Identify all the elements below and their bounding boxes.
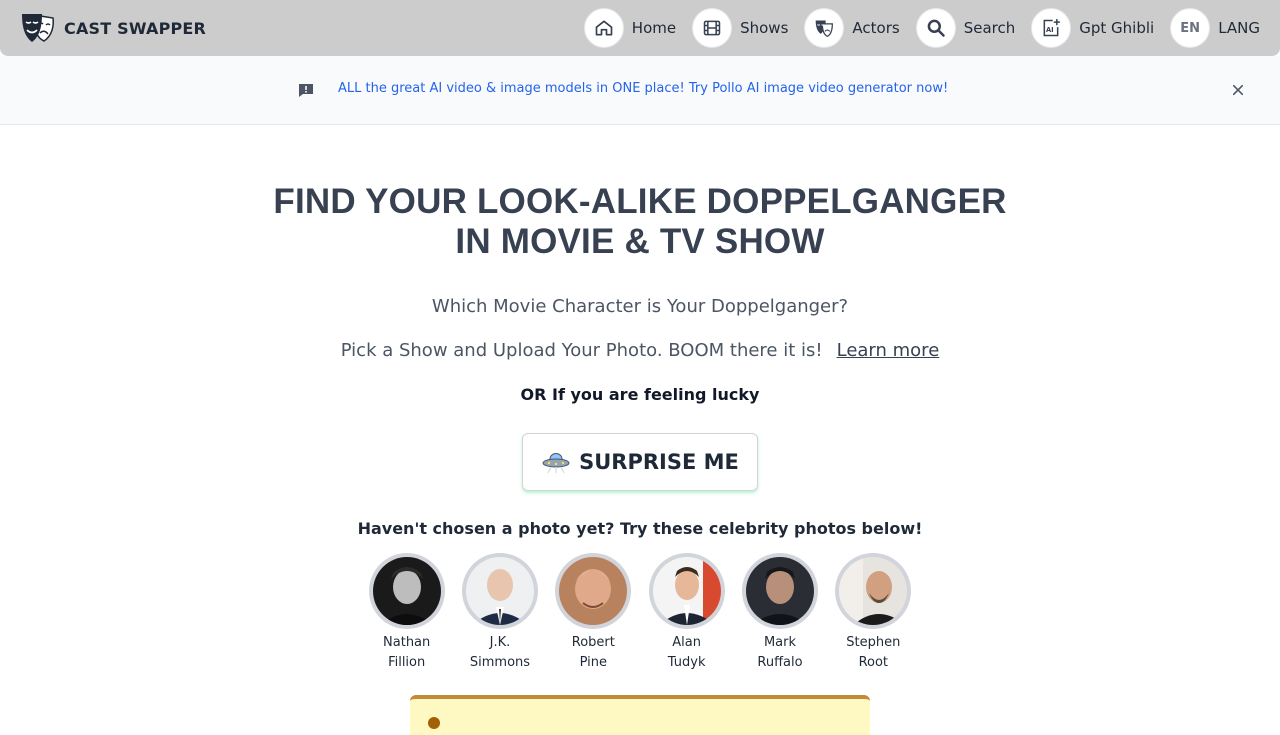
celebrity-name: Stephen Root (833, 633, 913, 673)
nav-shows-label: Shows (740, 19, 789, 37)
avatar[interactable] (368, 553, 445, 629)
shows-icon-button[interactable] (692, 8, 733, 48)
nav-actors[interactable]: Actors (804, 8, 900, 48)
celebrity-item[interactable]: Alan Tudyk (640, 553, 733, 673)
nav-language[interactable]: EN LANG (1170, 8, 1260, 48)
message-alert-icon (299, 84, 313, 97)
search-icon-button[interactable] (915, 8, 956, 48)
celebrity-photo (559, 557, 628, 625)
celebrity-list: Nathan Fillion J.K. Simmons Robert Pine (360, 553, 920, 673)
avatar-photo (372, 557, 441, 625)
upload-card (410, 695, 870, 735)
brand-link[interactable]: CAST SWAPPER (20, 12, 206, 44)
celebrity-first-name: Mark (763, 635, 796, 650)
celebrity-first-name: Alan (672, 635, 701, 650)
celebrity-last-name: Tudyk (667, 655, 706, 670)
celebrity-item[interactable]: Stephen Root (827, 553, 920, 673)
theater-masks-icon (22, 14, 54, 42)
celebrity-first-name: Nathan (383, 635, 431, 650)
celebrity-name: Robert Pine (553, 633, 633, 673)
ai-image-icon: AI (1043, 18, 1061, 37)
nav-search-label: Search (963, 19, 1016, 37)
film-icon (703, 20, 721, 36)
avatar-photo (839, 557, 908, 625)
nav-search[interactable]: Search (915, 8, 1016, 48)
avatar-photo (559, 557, 628, 625)
page-subtitle: Which Movie Character is Your Doppelgang… (431, 296, 849, 317)
brand-name: CAST SWAPPER (64, 18, 207, 38)
nav-home[interactable]: Home (583, 8, 677, 48)
celebrity-photo (652, 557, 721, 625)
promo-banner-link[interactable]: ALL the great AI video & image models in… (338, 81, 948, 96)
celebrity-name: Nathan Fillion (367, 633, 447, 673)
avatar[interactable] (648, 553, 725, 629)
celebrity-prompt: Haven't chosen a photo yet? Try these ce… (357, 519, 923, 538)
nav-shows[interactable]: Shows (692, 8, 788, 48)
top-navbar: CAST SWAPPER Home Shows Actors Search AI… (0, 0, 1280, 56)
celebrity-photo (839, 557, 908, 625)
avatar[interactable] (835, 553, 912, 629)
close-icon (1232, 84, 1244, 96)
celebrity-last-name: Simmons (469, 655, 531, 670)
nav-home-label: Home (631, 19, 677, 37)
instructions-text: Pick a Show and Upload Your Photo. BOOM … (340, 340, 823, 361)
celebrity-last-name: Pine (579, 655, 608, 670)
ufo-icon (542, 453, 570, 474)
page-title-line-2: IN MOVIE & TV SHOW (455, 222, 825, 261)
celebrity-name: Alan Tudyk (647, 633, 727, 673)
lucky-text: OR If you are feeling lucky (520, 385, 760, 404)
celebrity-photo (465, 557, 534, 625)
instructions-line: Pick a Show and Upload Your Photo. BOOM … (0, 340, 1280, 361)
gpt-ghibli-icon-button[interactable]: AI (1031, 8, 1072, 48)
celebrity-last-name: Fillion (388, 655, 426, 670)
avatar-photo (652, 557, 721, 625)
avatar[interactable] (461, 553, 538, 629)
language-code-button[interactable]: EN (1170, 8, 1211, 48)
promo-banner: ALL the great AI video & image models in… (0, 56, 1280, 125)
avatar[interactable] (741, 553, 818, 629)
svg-text:AI: AI (1046, 26, 1054, 34)
language-code: EN (1180, 20, 1201, 36)
celebrity-item[interactable]: Nathan Fillion (360, 553, 453, 673)
celebrity-name: Mark Ruffalo (740, 633, 820, 673)
celebrity-item[interactable]: Mark Ruffalo (733, 553, 826, 673)
page-title: FIND YOUR LOOK-ALIKE DOPPELGANGER IN MOV… (0, 182, 1280, 262)
celebrity-photo (745, 557, 814, 625)
celebrity-last-name: Root (858, 655, 889, 670)
avatar-photo (465, 557, 534, 625)
page-title-line-1: FIND YOUR LOOK-ALIKE DOPPELGANGER (273, 182, 1007, 221)
home-icon (595, 20, 613, 36)
avatar[interactable] (555, 553, 632, 629)
celebrity-name: J.K. Simmons (460, 633, 540, 673)
learn-more-link[interactable]: Learn more (837, 340, 940, 361)
nav-language-label: LANG (1218, 19, 1260, 37)
search-icon (927, 19, 945, 37)
surprise-me-label: SURPRISE ME (579, 450, 739, 474)
celebrity-first-name: J.K. (489, 635, 511, 650)
masks-icon (816, 20, 834, 38)
surprise-me-button[interactable]: SURPRISE ME (522, 433, 758, 491)
nav-gpt-ghibli[interactable]: AI Gpt Ghibli (1031, 8, 1154, 48)
celebrity-first-name: Robert (571, 635, 615, 650)
actors-icon-button[interactable] (804, 8, 845, 48)
home-icon-button[interactable] (583, 8, 624, 48)
celebrity-item[interactable]: J.K. Simmons (453, 553, 546, 673)
nav-actors-label: Actors (852, 19, 900, 37)
card-avatar-icon (428, 717, 440, 729)
celebrity-first-name: Stephen (846, 635, 901, 650)
celebrity-last-name: Ruffalo (757, 655, 803, 670)
avatar-photo (745, 557, 814, 625)
banner-close-button[interactable] (1228, 80, 1248, 100)
celebrity-photo (372, 557, 441, 625)
nav-gpt-ghibli-label: Gpt Ghibli (1079, 19, 1155, 37)
main-nav: Home Shows Actors Search AI Gpt Ghibli E… (583, 8, 1260, 48)
celebrity-item[interactable]: Robert Pine (547, 553, 640, 673)
